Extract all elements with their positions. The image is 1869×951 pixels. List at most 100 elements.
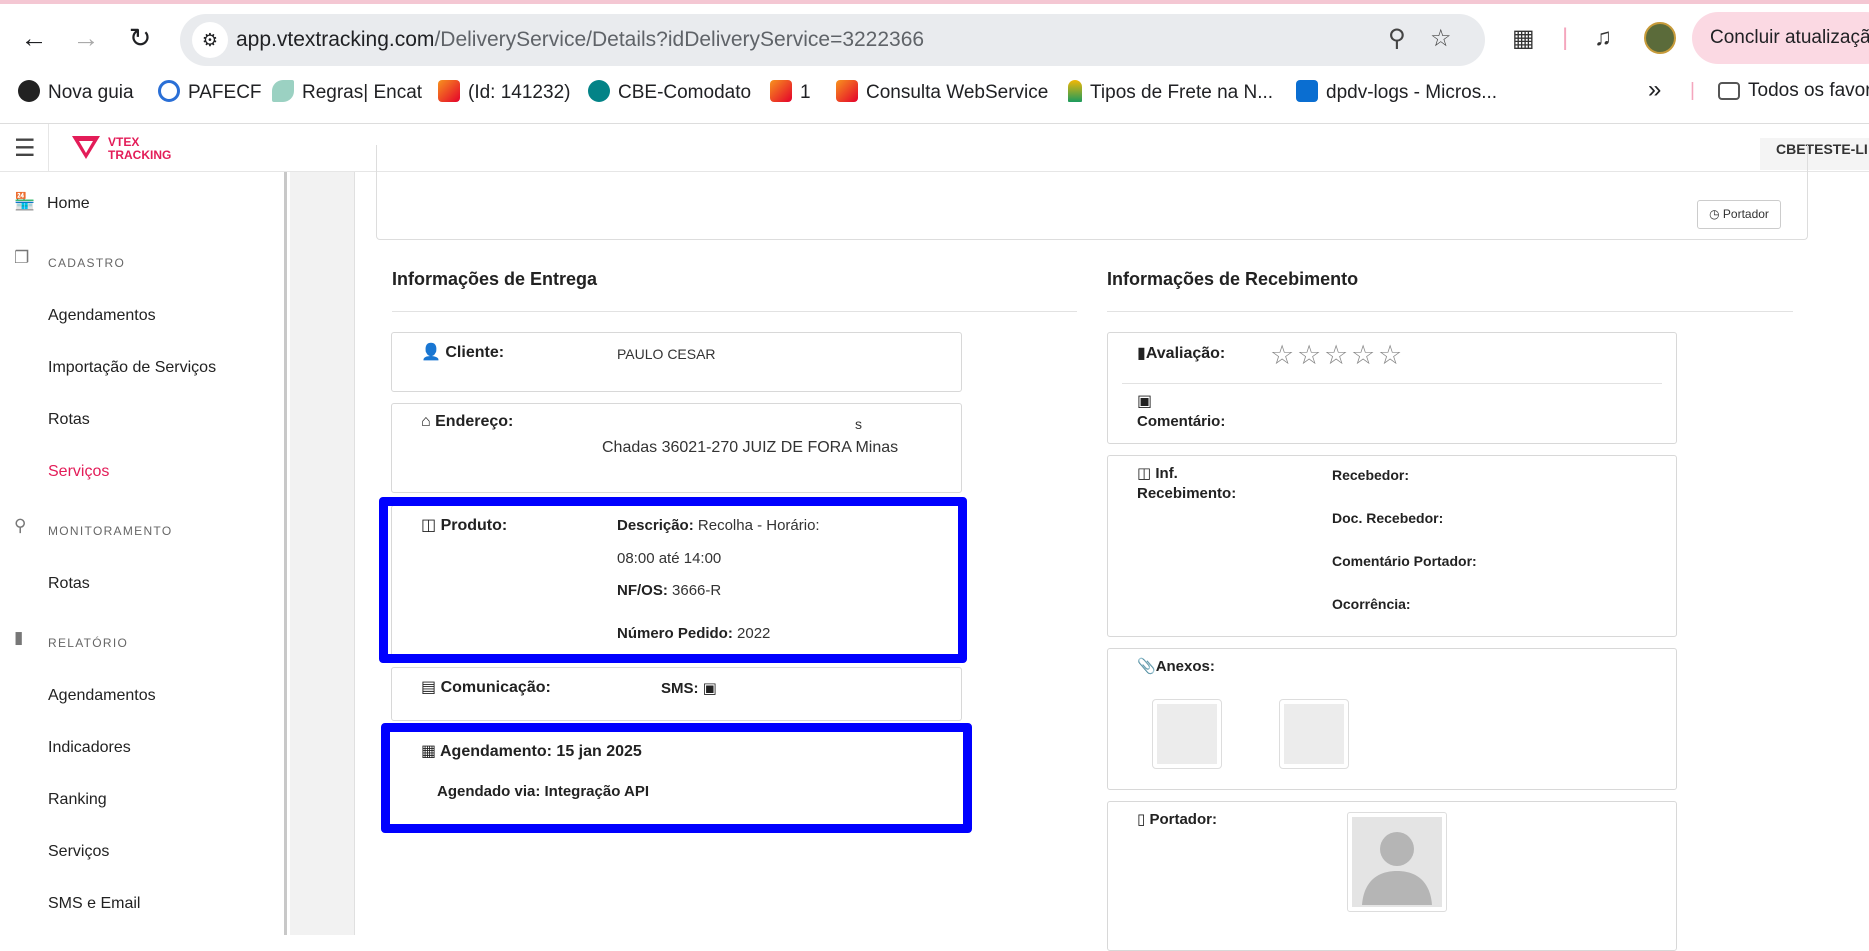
- bookmark-id[interactable]: (Id: 141232): [438, 80, 570, 104]
- bookmark-consulta-webservice[interactable]: Consulta WebService: [836, 80, 1048, 104]
- lightning-icon: [438, 80, 460, 102]
- user-icon: 👤: [421, 344, 441, 361]
- site-settings-icon[interactable]: ⚙: [192, 22, 228, 58]
- inf-label-line-1: Inf.: [1155, 465, 1178, 482]
- media-control-icon[interactable]: ♫: [1594, 24, 1612, 52]
- bookmarks-overflow-icon[interactable]: »: [1648, 76, 1661, 104]
- globe-icon: [18, 80, 40, 102]
- cliente-card: [391, 332, 962, 392]
- bookmark-nova-guia[interactable]: Nova guia: [18, 80, 134, 104]
- leaf-icon: [272, 80, 294, 102]
- sidebar-item-relatorio-agendamentos[interactable]: Agendamentos: [48, 687, 156, 705]
- endereco-label-text: Endereço:: [435, 413, 514, 430]
- inf-label-line-2: Recebimento:: [1137, 485, 1237, 502]
- paperclip-icon: 📎: [1137, 658, 1156, 675]
- sidebar-section-monitoramento: MONITORAMENTO: [48, 524, 173, 538]
- vtex-tracking-logo[interactable]: VTEX TRACKING: [70, 133, 171, 166]
- sidebar-item-home[interactable]: Home: [47, 195, 90, 213]
- sidebar-item-agendamentos[interactable]: Agendamentos: [48, 307, 156, 325]
- lightning-icon: [836, 80, 858, 102]
- comentario-portador-label: Comentário Portador:: [1332, 553, 1477, 569]
- address-bar[interactable]: ⚙ app.vtextracking.com/DeliveryService/D…: [180, 14, 1485, 66]
- browser-chrome: ← → ↻ ⚙ app.vtextracking.com/DeliverySer…: [0, 4, 1869, 124]
- portador-button-label: Portador: [1722, 207, 1769, 221]
- reload-icon[interactable]: ↻: [124, 22, 156, 54]
- drop-icon: [1068, 80, 1082, 102]
- back-icon[interactable]: ←: [18, 22, 50, 54]
- comentario-label: Comentário:: [1137, 413, 1226, 430]
- logo-line-2: TRACKING: [108, 148, 172, 162]
- url-text[interactable]: app.vtextracking.com/DeliveryService/Det…: [236, 28, 924, 52]
- forward-icon[interactable]: →: [70, 22, 102, 54]
- anexos-label: 📎Anexos:: [1137, 657, 1215, 675]
- endereco-line-1: s: [855, 416, 862, 432]
- attachment-thumbnail-1[interactable]: [1152, 699, 1222, 769]
- avaliacao-label-text: Avaliação:: [1145, 345, 1226, 362]
- rating-star-5: ☆: [1378, 340, 1403, 370]
- bookmark-regras[interactable]: Regras| Encat: [272, 80, 422, 104]
- image-placeholder-icon: [1284, 704, 1344, 764]
- bar-chart-icon: ▮: [14, 628, 24, 647]
- home-icon: ⌂: [421, 413, 431, 430]
- sidebar: 🏪 Home ❐ CADASTRO Agendamentos Importaçã…: [0, 172, 287, 935]
- anexos-label-text: Anexos:: [1155, 658, 1215, 675]
- avaliacao-divider: [1122, 383, 1662, 384]
- bar-chart-icon: ▮: [1137, 345, 1146, 362]
- entrega-divider: [392, 311, 1077, 312]
- sharepoint-icon: [588, 80, 610, 102]
- sidebar-item-relatorio-servicos[interactable]: Serviços: [48, 843, 109, 861]
- ocorrencia-label: Ocorrência:: [1332, 596, 1411, 612]
- portador-photo: [1347, 812, 1447, 912]
- avaliacao-label: ▮Avaliação:: [1137, 343, 1225, 363]
- sidebar-item-sms-email[interactable]: SMS e Email: [48, 895, 140, 913]
- person-placeholder-icon: [1352, 817, 1442, 907]
- bookmark-dpdv-logs[interactable]: dpdv-logs - Micros...: [1296, 80, 1497, 104]
- vtex-logo-icon: [72, 136, 100, 159]
- header-divider: [48, 124, 49, 172]
- content-gutter: [290, 172, 354, 935]
- produto-highlight-box: [379, 497, 967, 663]
- bookmark-cbe-comodato[interactable]: CBE-Comodato: [588, 80, 751, 104]
- zoom-icon[interactable]: ⚲: [1388, 24, 1406, 53]
- portador-label: ▯ Portador:: [1137, 810, 1217, 828]
- mobile-phone-icon: ▯: [1137, 811, 1146, 828]
- rating-star-4: ☆: [1351, 340, 1376, 370]
- profile-avatar[interactable]: [1644, 22, 1676, 54]
- rating-star-2: ☆: [1297, 340, 1322, 370]
- bookmarks-divider: |: [1690, 80, 1695, 101]
- extensions-icon[interactable]: ▦: [1512, 24, 1535, 53]
- bookmark-label: 1: [800, 82, 811, 103]
- store-icon: 🏪: [14, 192, 36, 211]
- bookmark-star-icon[interactable]: ☆: [1430, 24, 1452, 53]
- sidebar-item-servicos-active[interactable]: Serviços: [48, 463, 109, 481]
- sidebar-item-monitoramento-rotas[interactable]: Rotas: [48, 575, 90, 593]
- id-card-icon: ▤: [421, 679, 437, 696]
- all-bookmarks-label: Todos os favoritos: [1748, 80, 1869, 101]
- recebimento-title: Informações de Recebimento: [1107, 269, 1359, 289]
- cliente-value: PAULO CESAR: [617, 346, 716, 362]
- sidebar-section-relatorio: RELATÓRIO: [48, 636, 129, 650]
- sidebar-item-ranking[interactable]: Ranking: [48, 791, 107, 809]
- endereco-line-2: Chadas 36021-270 JUIZ DE FORA Minas: [602, 439, 899, 456]
- message-icon[interactable]: ▣: [703, 680, 717, 697]
- sidebar-section-cadastro: CADASTRO: [48, 256, 126, 270]
- pafecf-icon: [158, 80, 180, 102]
- bookmark-tipos-frete[interactable]: Tipos de Frete na N...: [1068, 80, 1273, 104]
- recebedor-label: Recebedor:: [1332, 467, 1410, 483]
- bookmark-1[interactable]: 1: [770, 80, 811, 104]
- portador-label-text: Portador:: [1149, 811, 1217, 828]
- entrega-title: Informações de Entrega: [392, 269, 598, 289]
- portador-button[interactable]: ◷ Portador: [1697, 200, 1781, 229]
- bookmark-pafecf[interactable]: PAFECF: [158, 80, 262, 104]
- sidebar-item-rotas[interactable]: Rotas: [48, 411, 90, 429]
- folder-icon: [1718, 82, 1740, 100]
- attachment-thumbnail-2[interactable]: [1279, 699, 1349, 769]
- sidebar-item-importacao-servicos[interactable]: Importação de Serviços: [48, 359, 216, 377]
- bookmark-label: dpdv-logs - Micros...: [1326, 82, 1498, 103]
- all-bookmarks[interactable]: Todos os favoritos: [1718, 80, 1869, 102]
- top-card: [376, 145, 1808, 240]
- update-button[interactable]: Concluir atualização: [1692, 12, 1869, 64]
- url-path: /DeliveryService/Details?idDeliveryServi…: [434, 28, 925, 51]
- menu-icon[interactable]: ☰: [14, 134, 36, 163]
- sidebar-item-indicadores[interactable]: Indicadores: [48, 739, 131, 757]
